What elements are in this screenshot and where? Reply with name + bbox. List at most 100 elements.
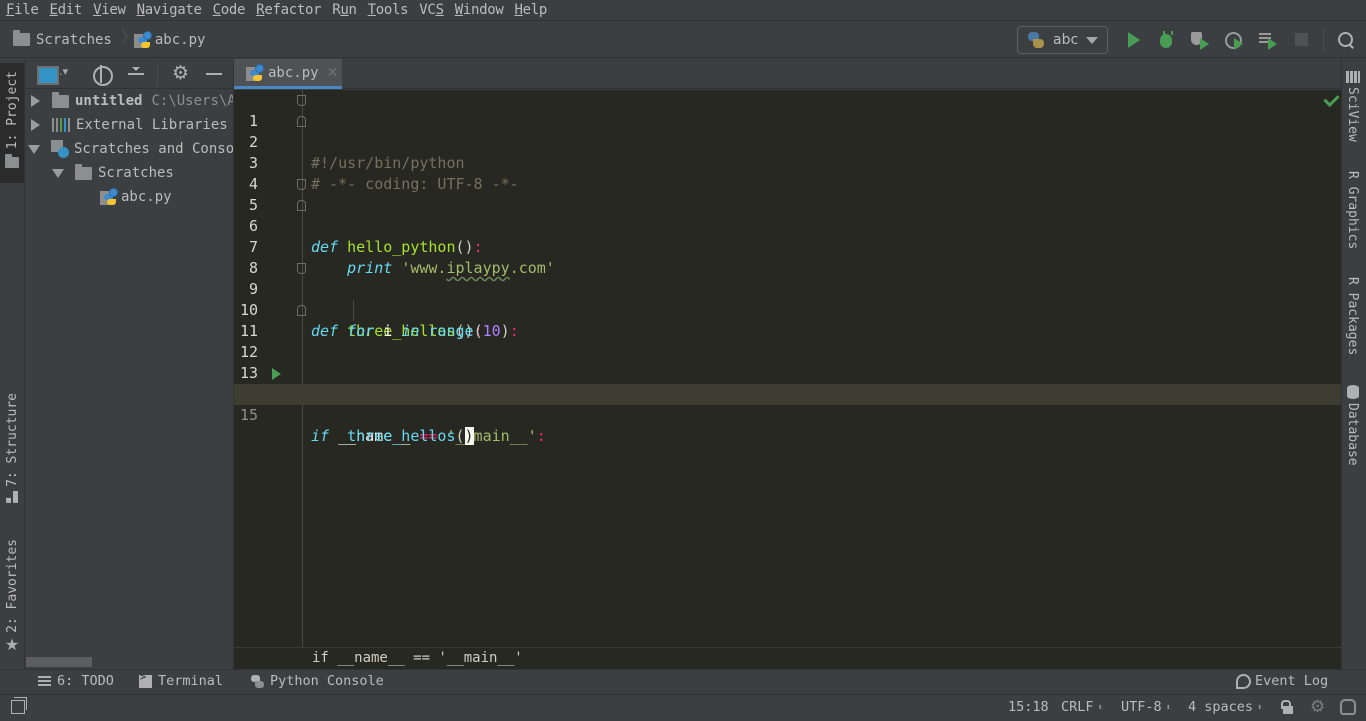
editor-tab-bar: abc.py ✕ [234, 59, 1341, 89]
tool-tab-r-graphics[interactable]: R Graphics [1345, 171, 1360, 249]
folder-icon [13, 30, 30, 46]
gear-icon[interactable] [172, 62, 190, 84]
view-mode-icon[interactable] [37, 66, 59, 85]
python-console-icon [251, 674, 264, 688]
code-line: 9 def three_hellos(): [234, 258, 1341, 340]
tree-item-untitled[interactable]: untitled C:\Users\Ad [31, 89, 233, 113]
sciview-icon [1345, 71, 1360, 83]
code-line: 13 [234, 342, 1341, 382]
tree-item-scratches-and-consoles[interactable]: Scratches and Consoles [28, 137, 233, 161]
breadcrumb-file[interactable]: abc.py [133, 30, 205, 49]
hector-icon[interactable] [1340, 699, 1356, 715]
line-number: 15 [239, 406, 258, 424]
tree-item-label: abc.py [121, 189, 172, 205]
tree-item-label: External Libraries [76, 117, 228, 133]
editor-breadcrumb[interactable]: if __name__ == '__main__' [312, 650, 523, 666]
lock-icon[interactable] [1281, 700, 1293, 714]
menu-navigate[interactable]: Navigate [133, 2, 206, 18]
caret-position[interactable]: 15:18 [1008, 699, 1049, 715]
code-line: 8 [234, 237, 1341, 277]
tool-tab-sciview[interactable]: SciView [1345, 71, 1360, 142]
editor-tab-abc-py[interactable]: abc.py ✕ [234, 59, 342, 89]
tree-item-scratches[interactable]: Scratches [52, 161, 174, 185]
updown-icon: ⬍ [1257, 703, 1263, 713]
fold-icon[interactable] [297, 116, 306, 127]
line-separator-select[interactable]: CRLF ⬍ [1061, 699, 1103, 715]
terminal-icon [139, 672, 152, 688]
tool-tab-r-packages[interactable]: R Packages [1345, 277, 1360, 355]
code-line: 2 # -*- coding: UTF-8 -*- [234, 111, 1341, 193]
expand-arrow-icon[interactable] [31, 95, 40, 107]
concurrency-diagram-icon[interactable] [1258, 30, 1278, 50]
menu-help[interactable]: Help [511, 2, 552, 18]
menu-edit[interactable]: Edit [46, 2, 87, 18]
tool-tab-terminal[interactable]: Terminal [139, 672, 224, 689]
breadcrumb-scratches[interactable]: Scratches [13, 30, 112, 48]
tool-tab-structure[interactable]: 7: Structure [0, 393, 24, 503]
coverage-icon[interactable] [1190, 30, 1210, 50]
menu-tools[interactable]: Tools [364, 2, 413, 18]
run-icon[interactable] [1123, 30, 1143, 50]
debug-icon[interactable] [1156, 30, 1176, 50]
menu-file[interactable]: File [2, 2, 43, 18]
status-bar: 15:18 CRLF ⬍ UTF-8 ⬍ 4 spaces ⬍ ⚙ [0, 695, 1366, 721]
tool-tab-python-console[interactable]: Python Console [251, 673, 384, 689]
tool-tab-todo[interactable]: 6: TODO [38, 673, 114, 689]
menu-view[interactable]: View [89, 2, 130, 18]
collapse-arrow-icon[interactable] [28, 144, 40, 154]
fold-icon[interactable] [297, 200, 306, 211]
fold-icon[interactable] [297, 179, 306, 190]
tool-tab-event-log[interactable]: Event Log [1236, 673, 1328, 689]
code-line: 3 [234, 132, 1341, 172]
collapse-all-icon[interactable] [127, 66, 145, 82]
profile-icon[interactable] [1224, 30, 1244, 50]
search-icon[interactable] [1336, 30, 1356, 50]
chevron-down-icon[interactable]: .▾ [59, 65, 77, 81]
tree-item-external-libraries[interactable]: External Libraries [31, 113, 228, 137]
tool-tab-database[interactable]: Database [1345, 385, 1360, 466]
inspection-ok-icon[interactable] [1323, 92, 1339, 108]
tool-tab-project[interactable]: 1: Project [0, 63, 24, 183]
code-line: 4 [234, 153, 1341, 193]
tool-tab-label: 1: Project [4, 71, 20, 150]
folder-icon [52, 91, 69, 108]
expand-arrow-icon[interactable] [31, 119, 40, 131]
collapse-arrow-icon[interactable] [52, 168, 64, 178]
code-editor[interactable]: 1 #!/usr/bin/python 2 # -*- coding: UTF-… [234, 90, 1341, 647]
tool-tab-favorites[interactable]: 2: Favorites ★ [0, 539, 24, 654]
toolbar-divider [1323, 28, 1324, 52]
run-configuration-select[interactable]: abc [1017, 26, 1108, 54]
menu-run[interactable]: Run [328, 2, 360, 18]
menu-refactor[interactable]: Refactor [252, 2, 325, 18]
tool-tab-label: 6: TODO [57, 673, 114, 689]
locate-icon[interactable] [93, 65, 113, 86]
menu-window[interactable]: Window [451, 2, 508, 18]
hide-icon[interactable] [205, 66, 223, 82]
menu-code[interactable]: Code [209, 2, 250, 18]
menu-bar: File Edit View Navigate Code Refactor Ru… [0, 0, 1366, 21]
code-line: 7 [234, 216, 1341, 256]
close-icon[interactable]: ✕ [327, 65, 339, 81]
left-tool-strip: 1: Project 7: Structure 2: Favorites ★ [0, 59, 25, 669]
run-gutter-icon[interactable] [272, 368, 281, 380]
inspection-settings-icon[interactable]: ⚙ [1310, 697, 1325, 717]
editor-tab-label: abc.py [268, 64, 319, 81]
database-icon [1346, 385, 1359, 399]
tool-tab-label: Python Console [270, 673, 384, 689]
tree-item-abc-py[interactable]: abc.py [100, 185, 172, 209]
editor-breadcrumb-bar: if __name__ == '__main__' [234, 647, 1341, 669]
scratch-icon [51, 140, 69, 158]
tool-tab-label: Terminal [158, 673, 224, 689]
encoding-select[interactable]: UTF-8 ⬍ [1121, 699, 1171, 715]
fold-icon[interactable] [297, 263, 306, 274]
project-panel: .▾ untitled C:\Users\Ad External Librari… [25, 59, 234, 669]
menu-vcs[interactable]: VCS [415, 2, 447, 18]
fold-icon[interactable] [297, 95, 306, 106]
toggle-tool-windows-icon[interactable] [11, 697, 27, 714]
fold-icon[interactable] [297, 305, 306, 316]
indent-guide [353, 300, 354, 321]
stop-icon[interactable] [1292, 30, 1312, 50]
indent-select[interactable]: 4 spaces ⬍ [1188, 699, 1262, 715]
tool-tab-label: 7: Structure [4, 393, 20, 487]
horizontal-scrollbar[interactable] [26, 657, 92, 667]
